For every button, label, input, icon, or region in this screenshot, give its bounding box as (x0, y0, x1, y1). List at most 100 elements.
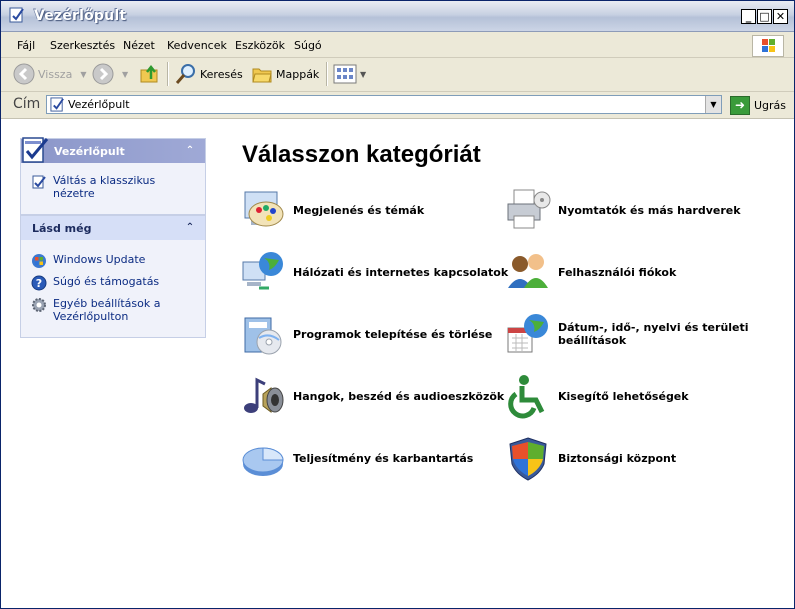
menu-bar: Fájl Szerkesztés Nézet Kedvencek Eszközö… (1, 32, 794, 58)
collapse-chevron-icon[interactable]: ⌃ (183, 144, 197, 158)
views-icon (333, 64, 357, 84)
folders-label: Mappák (276, 67, 320, 81)
menu-view[interactable]: Nézet (123, 39, 155, 52)
go-arrow-icon: ➜ (730, 96, 750, 115)
category-security-center[interactable]: Biztonsági központ (504, 434, 676, 482)
forward-button[interactable]: ▼ (92, 63, 128, 85)
other-settings-label: Egyéb beállítások a Vezérlőpulton (53, 297, 161, 323)
category-performance-maintenance[interactable]: Teljesítmény és karbantartás (239, 434, 473, 482)
category-accessibility[interactable]: Kisegítő lehetőségek (504, 372, 689, 420)
category-add-remove-programs[interactable]: Programok telepítése és törlése (239, 310, 492, 358)
category-sounds-speech-audio[interactable]: Hangok, beszéd és audioeszközök (239, 372, 504, 420)
up-folder-button[interactable] (139, 63, 161, 85)
help-support-label: Súgó és támogatás (53, 275, 160, 288)
go-button[interactable]: ➜ Ugrás (730, 96, 786, 115)
accessibility-icon (508, 375, 545, 419)
category-date-time-language[interactable]: Dátum-, idő-, nyelvi és területi beállít… (504, 310, 794, 358)
category-label: Kisegítő lehetőségek (558, 389, 689, 403)
category-label: Biztonsági központ (558, 451, 677, 465)
category-label: Teljesítmény és karbantartás (293, 451, 474, 465)
address-label: Cím (13, 96, 41, 112)
control-panel-pane-body: Váltás a klasszikus nézetre (21, 163, 205, 214)
back-button[interactable]: Vissza ▼ (13, 63, 86, 85)
switch-classic-view-label: Váltás a klasszikus nézetre (53, 174, 156, 200)
calendar-globe-icon (507, 314, 548, 353)
address-bar: Cím Vezérlőpult ▼ ➜ Ugrás (1, 92, 794, 119)
control-panel-icon (50, 97, 64, 112)
category-label: Felhasználói fiókok (558, 265, 677, 279)
see-also-pane-body: Windows Update ? Súgó és támogatás Egyéb… (21, 240, 205, 337)
appearance-themes-icon (244, 191, 284, 227)
minimize-button[interactable]: _ (741, 9, 756, 24)
address-dropdown-icon[interactable]: ▼ (705, 96, 721, 113)
category-label: Megjelenés és témák (293, 203, 425, 217)
address-input[interactable]: Vezérlőpult ▼ (46, 95, 722, 114)
programs-box-icon (244, 317, 282, 355)
control-panel-window: Vezérlőpult _ □ ✕ Fájl Szerkesztés Nézet… (0, 0, 795, 609)
category-label: Dátum-, idő-, nyelvi és területi beállít… (558, 321, 749, 347)
control-panel-large-icon (22, 137, 49, 163)
maximize-button[interactable]: □ (757, 9, 772, 24)
control-panel-pane: Vezérlőpult ⌃ Váltás a klasszikus nézetr… (20, 137, 206, 215)
category-appearance-themes[interactable]: Megjelenés és témák (239, 186, 424, 234)
windows-update-link[interactable]: Windows Update (31, 253, 197, 269)
category-label: Programok telepítése és törlése (293, 327, 493, 341)
search-label: Keresés (200, 67, 243, 81)
forward-arrow-icon (92, 63, 114, 85)
toolbar: Vissza ▼ ▼ Keresés Mappák ▼ (1, 58, 794, 92)
back-arrow-icon (13, 63, 35, 85)
content-area: Vezérlőpult ⌃ Váltás a klasszikus nézetr… (1, 119, 794, 608)
svg-text:?: ? (36, 277, 42, 290)
close-button[interactable]: ✕ (773, 9, 788, 24)
views-dropdown-icon[interactable]: ▼ (360, 70, 366, 79)
search-icon (175, 64, 195, 84)
menu-favorites[interactable]: Kedvencek (167, 39, 227, 52)
search-button[interactable]: Keresés (175, 63, 243, 85)
toolbar-separator (167, 62, 169, 86)
views-button[interactable]: ▼ (333, 63, 366, 85)
page-title: Válasszon kategóriát (242, 141, 481, 168)
menu-edit[interactable]: Szerkesztés (50, 39, 115, 52)
other-settings-link[interactable]: Egyéb beállítások a Vezérlőpulton (31, 297, 197, 323)
shield-icon (509, 437, 547, 481)
printer-icon (507, 189, 551, 229)
control-panel-pane-header[interactable]: Vezérlőpult ⌃ (21, 137, 205, 163)
see-also-pane-title: Lásd még (32, 222, 92, 235)
see-also-pane-header[interactable]: Lásd még ⌃ (21, 216, 205, 240)
gear-icon (32, 298, 46, 312)
back-dropdown-icon[interactable]: ▼ (80, 70, 86, 79)
category-user-accounts[interactable]: Felhasználói fiókok (504, 248, 676, 296)
category-label: Hálózati és internetes kapcsolatok (293, 265, 509, 279)
menu-file[interactable]: Fájl (17, 39, 35, 52)
menu-help[interactable]: Súgó (294, 39, 322, 52)
category-label: Nyomtatók és más hardverek (558, 203, 741, 217)
category-label: Hangok, beszéd és audioeszközök (293, 389, 505, 403)
go-label: Ugrás (754, 99, 787, 112)
windows-logo-icon (752, 35, 784, 57)
help-support-link[interactable]: ? Súgó és támogatás (31, 275, 197, 291)
category-network-internet[interactable]: Hálózati és internetes kapcsolatok (239, 248, 508, 296)
see-also-pane: Lásd még ⌃ Windows Update ? Súgó és támo… (20, 215, 206, 338)
windows-update-label: Windows Update (53, 253, 146, 266)
collapse-chevron-icon[interactable]: ⌃ (183, 221, 197, 235)
menu-tools[interactable]: Eszközök (235, 39, 285, 52)
forward-dropdown-icon[interactable]: ▼ (122, 70, 128, 79)
address-value: Vezérlőpult (68, 98, 130, 111)
network-globe-icon (242, 252, 283, 290)
folders-button[interactable]: Mappák (251, 63, 319, 85)
category-printers-hardware[interactable]: Nyomtatók és más hardverek (504, 186, 741, 234)
users-icon (508, 254, 548, 288)
folders-icon (252, 68, 272, 83)
pie-chart-icon (242, 447, 284, 476)
up-folder-icon (140, 64, 158, 83)
control-panel-pane-title: Vezérlőpult (54, 145, 125, 158)
windows-update-icon (32, 254, 46, 268)
control-panel-icon (9, 7, 24, 23)
back-label: Vissza (38, 67, 73, 81)
switch-classic-view-link[interactable]: Váltás a klasszikus nézetre (31, 174, 197, 200)
toolbar-separator (326, 62, 328, 86)
title-bar[interactable]: Vezérlőpult _ □ ✕ (1, 1, 794, 32)
speaker-music-icon (244, 377, 284, 413)
window-title: Vezérlőpult (34, 8, 127, 24)
help-icon: ? (31, 275, 47, 291)
